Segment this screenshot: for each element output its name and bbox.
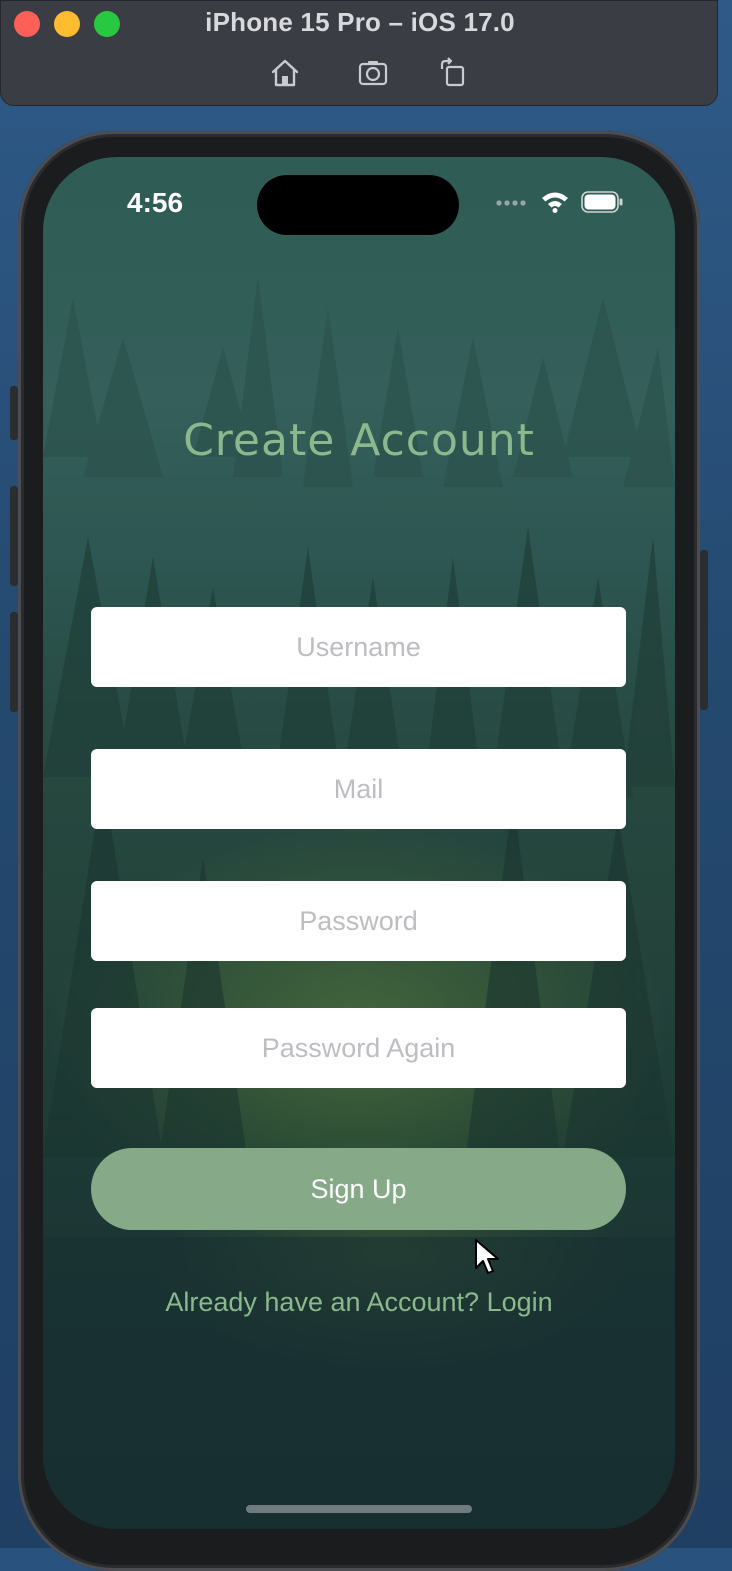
power-button [700,550,708,710]
create-account-title: Create Account [183,415,535,466]
dynamic-island [257,175,459,235]
rotate-icon [440,57,465,87]
mail-field[interactable] [91,749,626,829]
window-title: iPhone 15 Pro – iOS 17.0 [205,7,515,37]
mouse-cursor-icon [475,1239,499,1274]
volume-down-button [10,612,18,712]
home-indicator [246,1505,472,1513]
battery-icon [581,191,623,213]
status-time: 4:56 [127,187,184,218]
screenshot-button[interactable] [355,55,391,91]
screenshot-icon [358,61,388,86]
password-again-field[interactable] [91,1008,626,1088]
cellular-icon [496,200,526,206]
status-icons [495,191,623,213]
wifi-icon [542,192,568,213]
home-icon [271,59,299,87]
rotate-button[interactable] [435,55,471,91]
login-link[interactable]: Already have an Account? Login [43,1287,675,1318]
app-screen: 4:56 Create Account Sign Up Already have… [43,157,675,1529]
simulator-title-bar: iPhone 15 Pro – iOS 17.0 [0,0,718,106]
home-button[interactable] [267,55,303,91]
forest-background [43,277,675,1529]
action-button [10,386,18,440]
username-field[interactable] [91,607,626,687]
sign-up-label: Sign Up [310,1173,407,1204]
password-field[interactable] [91,881,626,961]
volume-up-button [10,486,18,586]
sign-up-button[interactable]: Sign Up [91,1148,626,1230]
